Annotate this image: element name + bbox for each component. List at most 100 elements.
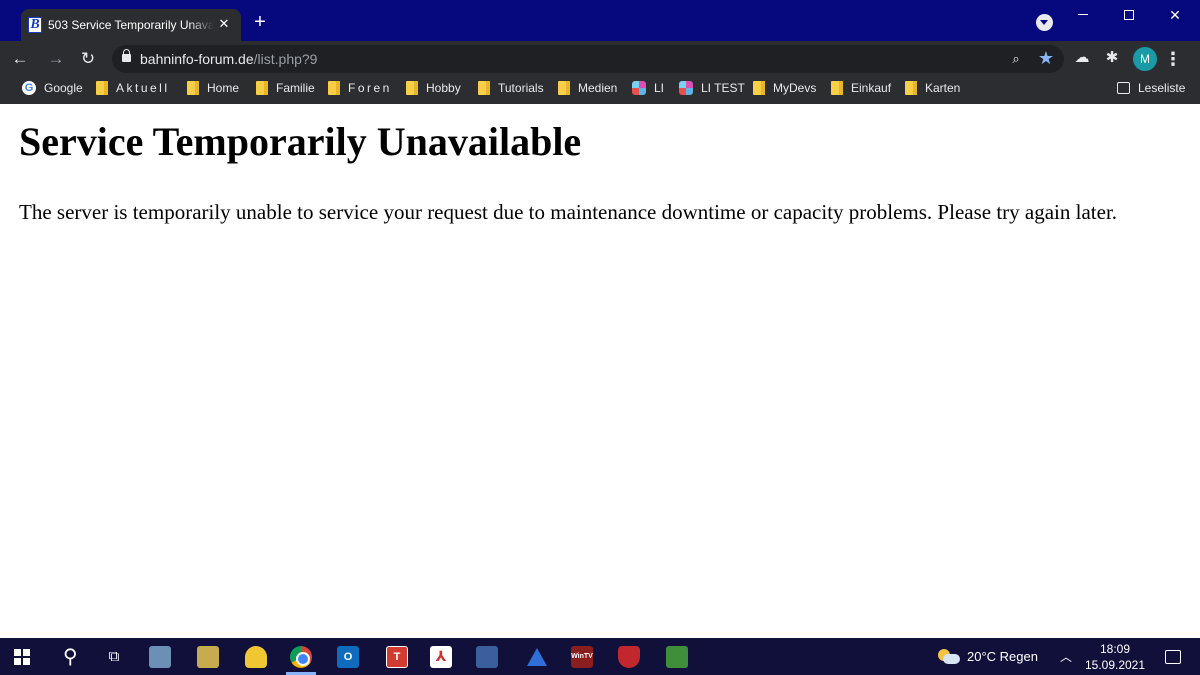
- new-tab-button[interactable]: +: [250, 11, 270, 33]
- bookmark-star-icon[interactable]: ★: [1036, 48, 1056, 68]
- forward-button[interactable]: →: [44, 47, 68, 71]
- task-view-icon: ⧉: [108, 648, 120, 665]
- paint-app[interactable]: [238, 640, 274, 673]
- windows-start-icon: [14, 648, 30, 665]
- tab-title: 503 Service Temporarily Unavailable: [48, 18, 214, 32]
- bookmark-tutorials[interactable]: Tutorials: [478, 77, 544, 99]
- notification-icon: [1165, 649, 1181, 664]
- arrow-right-icon: →: [47, 49, 65, 68]
- start-button[interactable]: [4, 640, 40, 673]
- tab-close-icon[interactable]: ✕: [215, 15, 233, 33]
- reload-icon: ↻: [80, 49, 96, 68]
- bookmark-label: Hobby: [426, 81, 461, 95]
- lock-icon[interactable]: [122, 49, 131, 62]
- close-window-button[interactable]: ✕: [1152, 0, 1198, 30]
- shield-app[interactable]: [611, 640, 647, 673]
- acrobat-app[interactable]: ⅄: [423, 640, 459, 673]
- folder-icon: [187, 81, 199, 95]
- weather-cloud-sun-icon: [938, 648, 960, 666]
- google-icon: G: [22, 81, 36, 95]
- li-icon: [632, 81, 646, 95]
- save-disk-app[interactable]: [190, 640, 226, 673]
- triangle-app[interactable]: [519, 640, 555, 673]
- bookmark-label: Einkauf: [851, 81, 892, 95]
- url-text[interactable]: bahninfo-forum.de/list.php?9: [140, 51, 317, 67]
- chrome-app[interactable]: [283, 640, 319, 673]
- task-view-button[interactable]: ⧉: [96, 640, 132, 673]
- network-drive-app[interactable]: [142, 640, 178, 673]
- zoom-icon[interactable]: ⌕: [1008, 51, 1024, 67]
- t-app-icon: T: [386, 645, 408, 668]
- bookmark-li[interactable]: LI: [632, 77, 664, 99]
- reading-list-icon: [1117, 82, 1130, 94]
- reading-list-button[interactable]: Leseliste: [1117, 77, 1185, 99]
- reload-button[interactable]: ↻: [76, 47, 100, 71]
- taskbar-clock[interactable]: 18:09 15.09.2021: [1080, 641, 1150, 673]
- folder-icon: [905, 81, 917, 95]
- bookmark-label: Karten: [925, 81, 961, 95]
- taskbar-search-button[interactable]: ⚲: [52, 640, 88, 673]
- tray-overflow-button[interactable]: ︿: [1057, 640, 1075, 673]
- close-icon: ✕: [1169, 7, 1181, 23]
- bookmark-aktuell[interactable]: Aktuell: [96, 77, 170, 99]
- page-title: Service Temporarily Unavailable: [19, 119, 582, 164]
- bookmark-home[interactable]: Home: [187, 77, 239, 99]
- maximize-button[interactable]: [1106, 0, 1152, 30]
- error-message: The server is temporarily unable to serv…: [19, 200, 1118, 224]
- t-app[interactable]: T: [379, 640, 415, 673]
- more-menu-icon[interactable]: ⋮: [1164, 47, 1182, 71]
- url-path: /list.php?9: [253, 51, 318, 67]
- tab-search-icon[interactable]: [1036, 14, 1053, 31]
- bookmark-label: LI: [654, 81, 665, 95]
- profile-avatar[interactable]: M: [1133, 47, 1157, 71]
- minimize-button[interactable]: [1060, 0, 1106, 30]
- triangle-app-icon: [527, 647, 547, 666]
- bookmark-einkauf[interactable]: Einkauf: [831, 77, 891, 99]
- puzzle-app-icon: [666, 645, 688, 668]
- bookmark-mydevs[interactable]: MyDevs: [753, 77, 816, 99]
- weather-text: 20°C Regen: [967, 649, 1038, 664]
- editor-app[interactable]: [469, 640, 505, 673]
- bookmark-familie[interactable]: Familie: [256, 77, 315, 99]
- folder-icon: [256, 81, 268, 95]
- bookmark-karten[interactable]: Karten: [905, 77, 960, 99]
- maximize-icon: [1124, 10, 1134, 20]
- bookmark-foren[interactable]: Foren: [328, 77, 392, 99]
- arrow-left-icon: ←: [11, 49, 29, 68]
- notification-button[interactable]: [1158, 640, 1188, 673]
- address-bar[interactable]: bahninfo-forum.de/list.php?9 ⌕ ★: [112, 45, 1064, 73]
- acrobat-icon: ⅄: [430, 645, 452, 668]
- bookmark-google[interactable]: G Google: [22, 77, 83, 99]
- editor-icon: [476, 645, 498, 668]
- search-icon: ⚲: [62, 646, 78, 668]
- weather-widget[interactable]: 20°C Regen: [938, 640, 1048, 673]
- bookmark-hobby[interactable]: Hobby: [406, 77, 461, 99]
- wintv-icon: WinTV: [571, 645, 593, 668]
- bookmark-medien[interactable]: Medien: [558, 77, 617, 99]
- title-bar: B 503 Service Temporarily Unavailable ✕ …: [0, 0, 1200, 41]
- bookmark-label: Familie: [276, 81, 315, 95]
- bookmark-label: Aktuell: [116, 81, 170, 95]
- bookmark-li-test[interactable]: LI TEST: [679, 77, 745, 99]
- shield-app-icon: [618, 645, 640, 668]
- extensions-puzzle-icon[interactable]: ✱: [1102, 48, 1122, 68]
- browser-toolbar: ← → ↻ bahninfo-forum.de/list.php?9 ⌕ ★ ☁…: [0, 41, 1200, 77]
- minimize-icon: [1078, 14, 1088, 15]
- folder-icon: [328, 81, 340, 95]
- clock-date: 15.09.2021: [1084, 658, 1146, 672]
- url-host: bahninfo-forum.de: [140, 51, 254, 67]
- outlook-app[interactable]: O: [330, 640, 366, 673]
- browser-tab[interactable]: B 503 Service Temporarily Unavailable ✕: [21, 9, 241, 41]
- back-button[interactable]: ←: [8, 47, 32, 71]
- bookmark-label: LI TEST: [701, 81, 745, 95]
- li-icon: [679, 81, 693, 95]
- bookmark-label: Foren: [348, 81, 392, 95]
- folder-icon: [831, 81, 843, 95]
- wintv-app[interactable]: WinTV: [564, 640, 600, 673]
- folder-icon: [558, 81, 570, 95]
- site-favicon-icon: B: [28, 17, 42, 33]
- bookmark-label: Tutorials: [498, 81, 544, 95]
- puzzle-app[interactable]: [659, 640, 695, 673]
- extension-cloud-icon[interactable]: ☁: [1072, 48, 1092, 68]
- bookmark-label: Home: [207, 81, 240, 95]
